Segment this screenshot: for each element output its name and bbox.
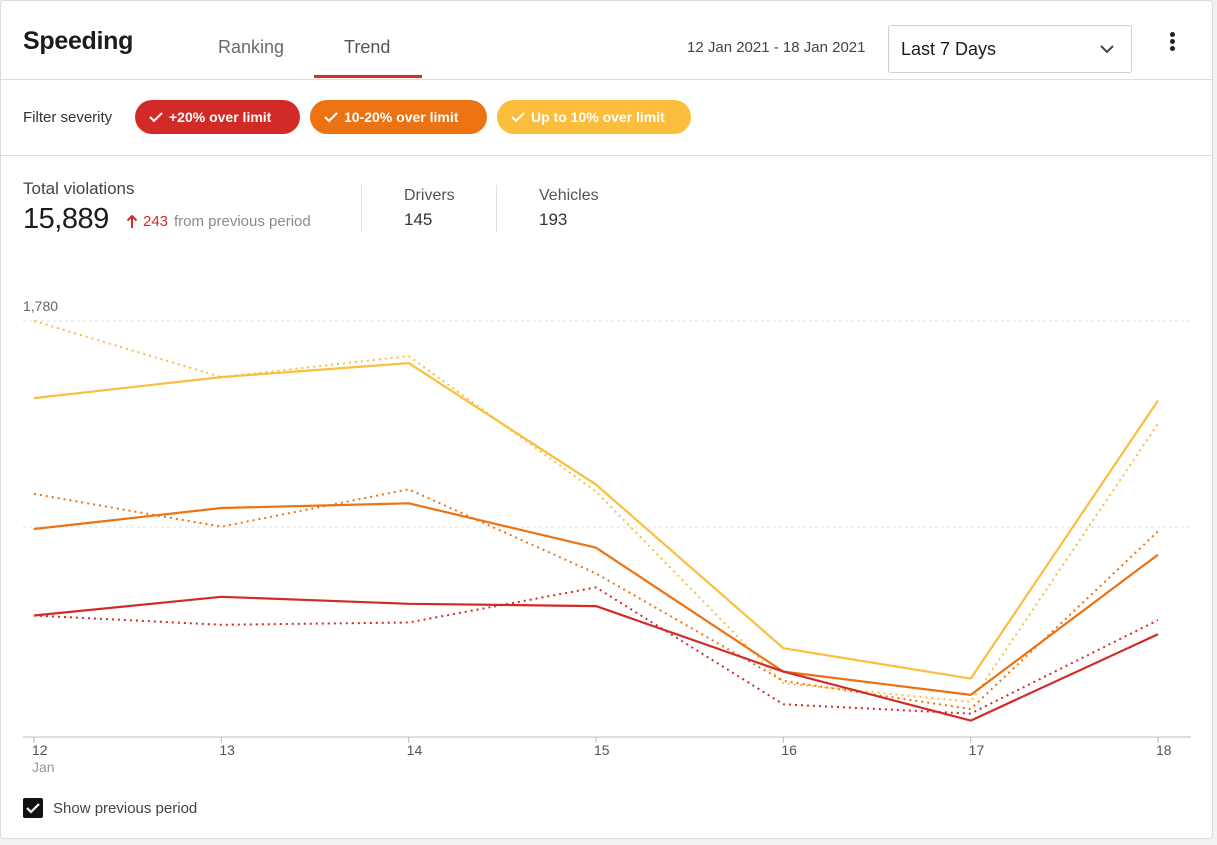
show-previous-checkbox[interactable] <box>23 798 43 818</box>
check-icon <box>324 112 338 123</box>
total-violations-label: Total violations <box>23 179 135 198</box>
more-options-icon[interactable] <box>1166 32 1178 54</box>
x-tick-label: 17 <box>969 742 985 758</box>
series-line-over-20-current <box>33 595 1159 722</box>
stat-divider <box>496 185 497 232</box>
x-ticks: 12 13 14 15 16 17 18 Jan <box>32 737 1172 775</box>
active-tab-indicator <box>314 75 422 78</box>
drivers-label: Drivers <box>404 187 455 204</box>
y-max-label: 1,780 <box>23 298 58 314</box>
x-tick-label: 14 <box>407 742 423 758</box>
stat-divider <box>361 185 362 232</box>
tab-trend[interactable]: Trend <box>344 37 390 58</box>
x-tick-label: 13 <box>219 742 235 758</box>
tab-ranking[interactable]: Ranking <box>218 37 284 58</box>
x-tick-sublabel: Jan <box>32 759 55 775</box>
x-tick-label: 15 <box>594 742 610 758</box>
check-icon <box>511 112 525 123</box>
series-line-up-to-10-current <box>33 361 1159 680</box>
drivers-value: 145 <box>404 210 433 229</box>
check-icon <box>149 112 163 123</box>
total-violations-value: 15,889 <box>23 203 109 235</box>
series-layer <box>33 320 1159 722</box>
chevron-down-icon <box>1099 41 1115 62</box>
trend-chart: 1,780 12 13 14 15 16 17 18 Jan <box>23 298 1191 775</box>
filter-bar: Filter severity +20% over limit 10-20% o… <box>1 80 1212 156</box>
delta-value: 243 <box>143 213 169 230</box>
vehicles-label: Vehicles <box>539 187 599 204</box>
filter-chip-over-20[interactable]: +20% over limit <box>135 100 300 134</box>
chip-label: +20% over limit <box>169 109 272 125</box>
delta-text: from previous period <box>174 213 311 230</box>
check-icon <box>26 803 40 814</box>
arrow-up-icon <box>126 214 138 234</box>
period-select[interactable]: Last 7 Days <box>888 25 1132 73</box>
filter-severity-label: Filter severity <box>23 109 113 126</box>
vehicles-value: 193 <box>539 210 568 229</box>
page-title: Speeding <box>23 27 134 55</box>
filter-chip-up-to-10[interactable]: Up to 10% over limit <box>497 100 691 134</box>
chip-label: 10-20% over limit <box>344 109 459 125</box>
filter-chip-10-20[interactable]: 10-20% over limit <box>310 100 487 134</box>
date-range: 12 Jan 2021 - 18 Jan 2021 <box>687 39 866 56</box>
x-tick-label: 16 <box>781 742 797 758</box>
x-tick-label: 12 <box>32 742 48 758</box>
period-select-value: Last 7 Days <box>901 39 997 59</box>
speeding-card: Speeding Ranking Trend 12 Jan 2021 - 18 … <box>0 0 1213 839</box>
x-tick-label: 18 <box>1156 742 1172 758</box>
chip-label: Up to 10% over limit <box>531 109 665 125</box>
show-previous-label: Show previous period <box>53 800 198 817</box>
card-header: Speeding Ranking Trend 12 Jan 2021 - 18 … <box>1 1 1212 80</box>
